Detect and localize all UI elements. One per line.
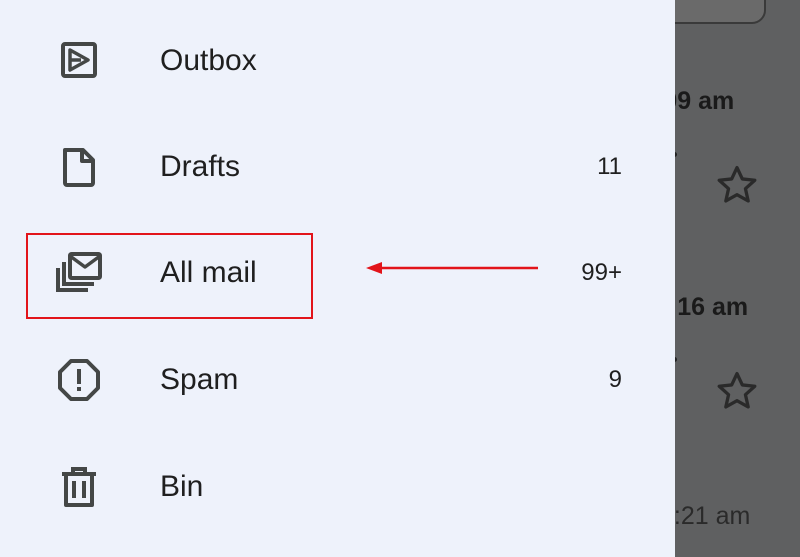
drawer-item-label: Spam — [160, 363, 239, 396]
trash-bin-icon — [55, 463, 103, 511]
drawer-item-spam[interactable]: Spam 9 — [0, 345, 675, 415]
drawer-item-count: 11 — [597, 153, 622, 180]
drawer-item-count: 9 — [608, 366, 622, 393]
drawer-item-bin[interactable]: Bin — [0, 452, 675, 522]
draft-file-icon — [55, 143, 103, 191]
drawer-item-drafts[interactable]: Drafts 11 — [0, 132, 675, 202]
spam-octagon-icon — [55, 356, 103, 404]
drawer-item-count: 99+ — [581, 259, 622, 286]
outbox-icon — [55, 37, 103, 85]
drawer-item-label: Bin — [160, 470, 204, 503]
drawer-item-label: Drafts — [160, 150, 241, 183]
all-mail-highlight-box — [26, 233, 313, 319]
star-icon[interactable] — [715, 369, 759, 413]
drawer-item-label: Outbox — [160, 44, 257, 77]
star-icon[interactable] — [715, 163, 759, 207]
annotation-arrow — [366, 262, 538, 274]
drawer-item-outbox[interactable]: Outbox — [0, 26, 675, 96]
